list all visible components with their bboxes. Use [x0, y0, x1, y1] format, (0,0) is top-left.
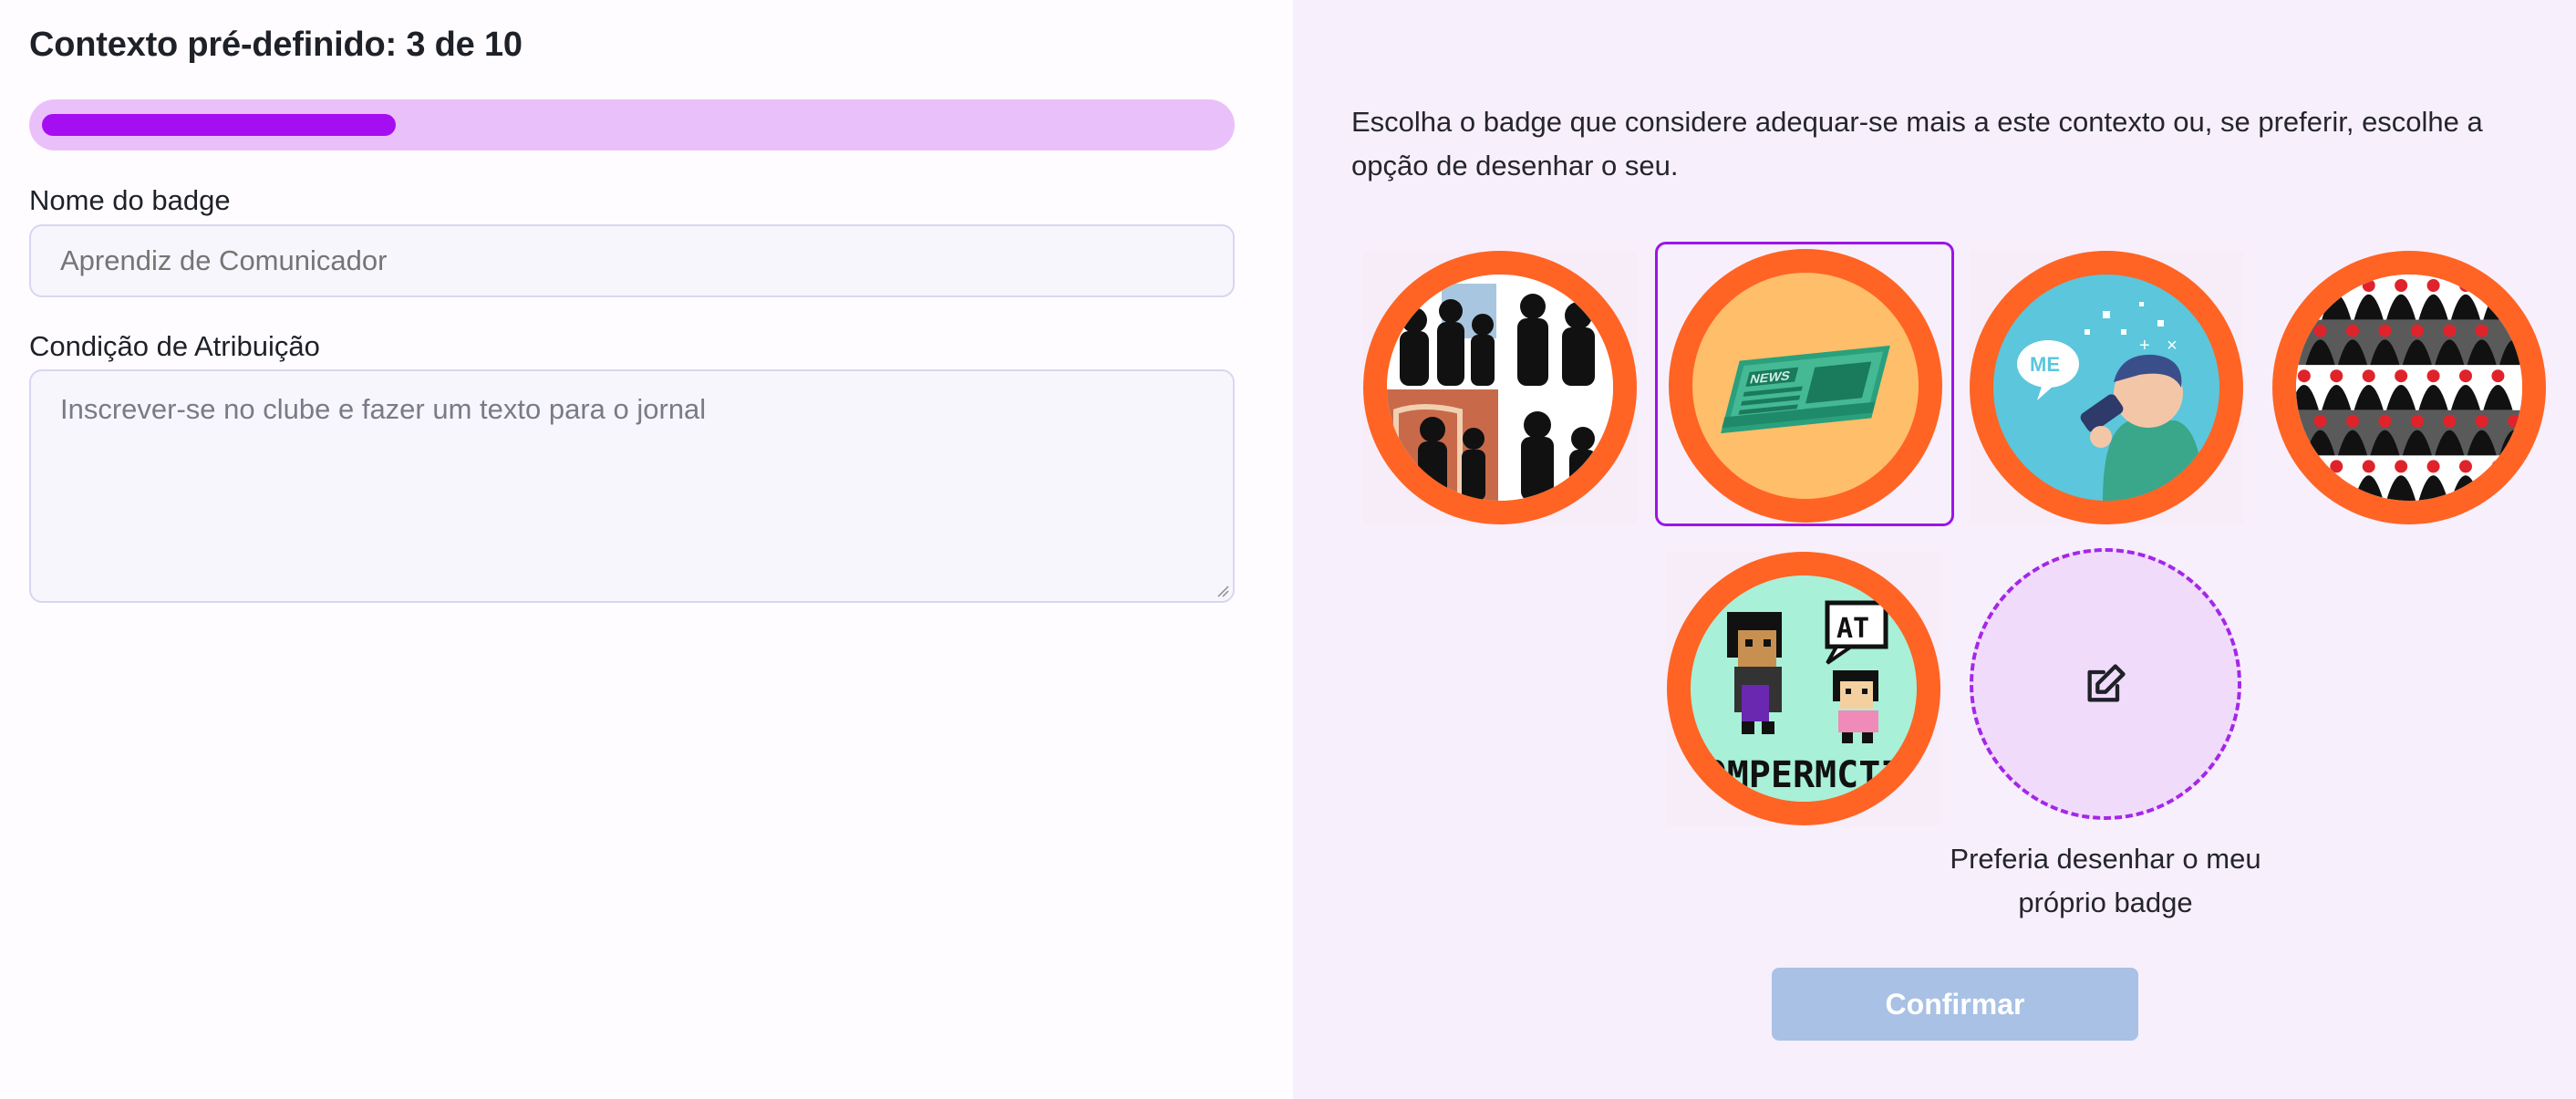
draw-own-badge-label: Preferia desenhar o meu próprio badge [1950, 843, 2261, 918]
pattern-dot [2346, 414, 2359, 428]
pattern-dot [2410, 414, 2424, 428]
pattern-dot [2395, 369, 2408, 383]
pattern-dot [2475, 324, 2488, 337]
condition-label: Condição de Atribuição [29, 330, 320, 362]
svg-text:×: × [2167, 336, 2178, 356]
pattern-dot [2313, 414, 2327, 428]
svg-text:+: + [2139, 336, 2150, 356]
pattern-dot [2491, 369, 2505, 383]
pattern-dot [2330, 369, 2343, 383]
megaphone-badge[interactable]: ME × + [1970, 251, 2243, 524]
newspaper-badge[interactable]: NEWS [1669, 249, 1942, 523]
pattern-dot [2459, 369, 2472, 383]
pattern-image [2296, 275, 2522, 501]
condition-textarea[interactable]: Inscrever-se no clube e fazer um texto p… [29, 369, 1235, 603]
pattern-dot [2426, 460, 2440, 473]
confirm-button[interactable]: Confirmar [1772, 968, 2138, 1041]
speech-text: AT [1836, 613, 1869, 645]
megaphone-image: ME × + [1993, 275, 2219, 501]
pattern-dot [2426, 369, 2440, 383]
pattern-dot [2475, 414, 2488, 428]
pattern-dot [2459, 279, 2472, 292]
pattern-badge[interactable] [2272, 251, 2546, 524]
edit-icon [2087, 664, 2126, 702]
pattern-dot [2508, 324, 2521, 337]
pattern-arch [2483, 294, 2513, 320]
newspaper-image: NEWS [1692, 273, 1919, 499]
pattern-dot [2330, 279, 2343, 292]
pattern-dot [2426, 279, 2440, 292]
pattern-dot [2443, 324, 2457, 337]
pattern-dot [2362, 460, 2375, 473]
progress-bar [29, 99, 1235, 150]
chooser-instructions: Escolha o badge que considere adequar-se… [1351, 106, 2483, 181]
pattern-dot [2395, 279, 2408, 292]
megaphone-text: ME [2030, 353, 2060, 376]
pattern-dot [2508, 414, 2521, 428]
resize-grip-icon[interactable] [1216, 585, 1229, 597]
condition-placeholder: Inscrever-se no clube e fazer um texto p… [60, 393, 707, 425]
pattern-dot [2459, 460, 2472, 473]
pixel-text: COMPERMCTIC [1691, 754, 1917, 796]
pattern-dot [2297, 369, 2311, 383]
pattern-dot [2443, 414, 2457, 428]
pattern-dot [2362, 369, 2375, 383]
pattern-dot [2378, 324, 2392, 337]
context-form-panel: Contexto pré-definido: 3 de 10 Nome do b… [0, 0, 1293, 1099]
pattern-dot [2395, 460, 2408, 473]
pattern-dot [2491, 460, 2505, 473]
silhouettes-badge[interactable] [1363, 251, 1637, 524]
pattern-dot [2346, 324, 2359, 337]
badge-name-label: Nome do badge [29, 184, 231, 216]
pattern-dot [2362, 279, 2375, 292]
progress-bar-fill [42, 114, 396, 136]
pattern-dot [2313, 324, 2327, 337]
silhouettes-image [1387, 275, 1613, 501]
pattern-dot [2410, 324, 2424, 337]
badge-name-input[interactable] [29, 224, 1235, 297]
pixel-conversation-image: AT COMPERMCTIC [1691, 575, 1917, 802]
page-title: Contexto pré-definido: 3 de 10 [29, 26, 522, 64]
draw-own-badge-button[interactable] [1970, 548, 2241, 820]
pattern-dot [2378, 414, 2392, 428]
pixel-conversation-badge[interactable]: AT COMPERMCTIC [1667, 552, 1940, 825]
pattern-dot [2330, 460, 2343, 473]
